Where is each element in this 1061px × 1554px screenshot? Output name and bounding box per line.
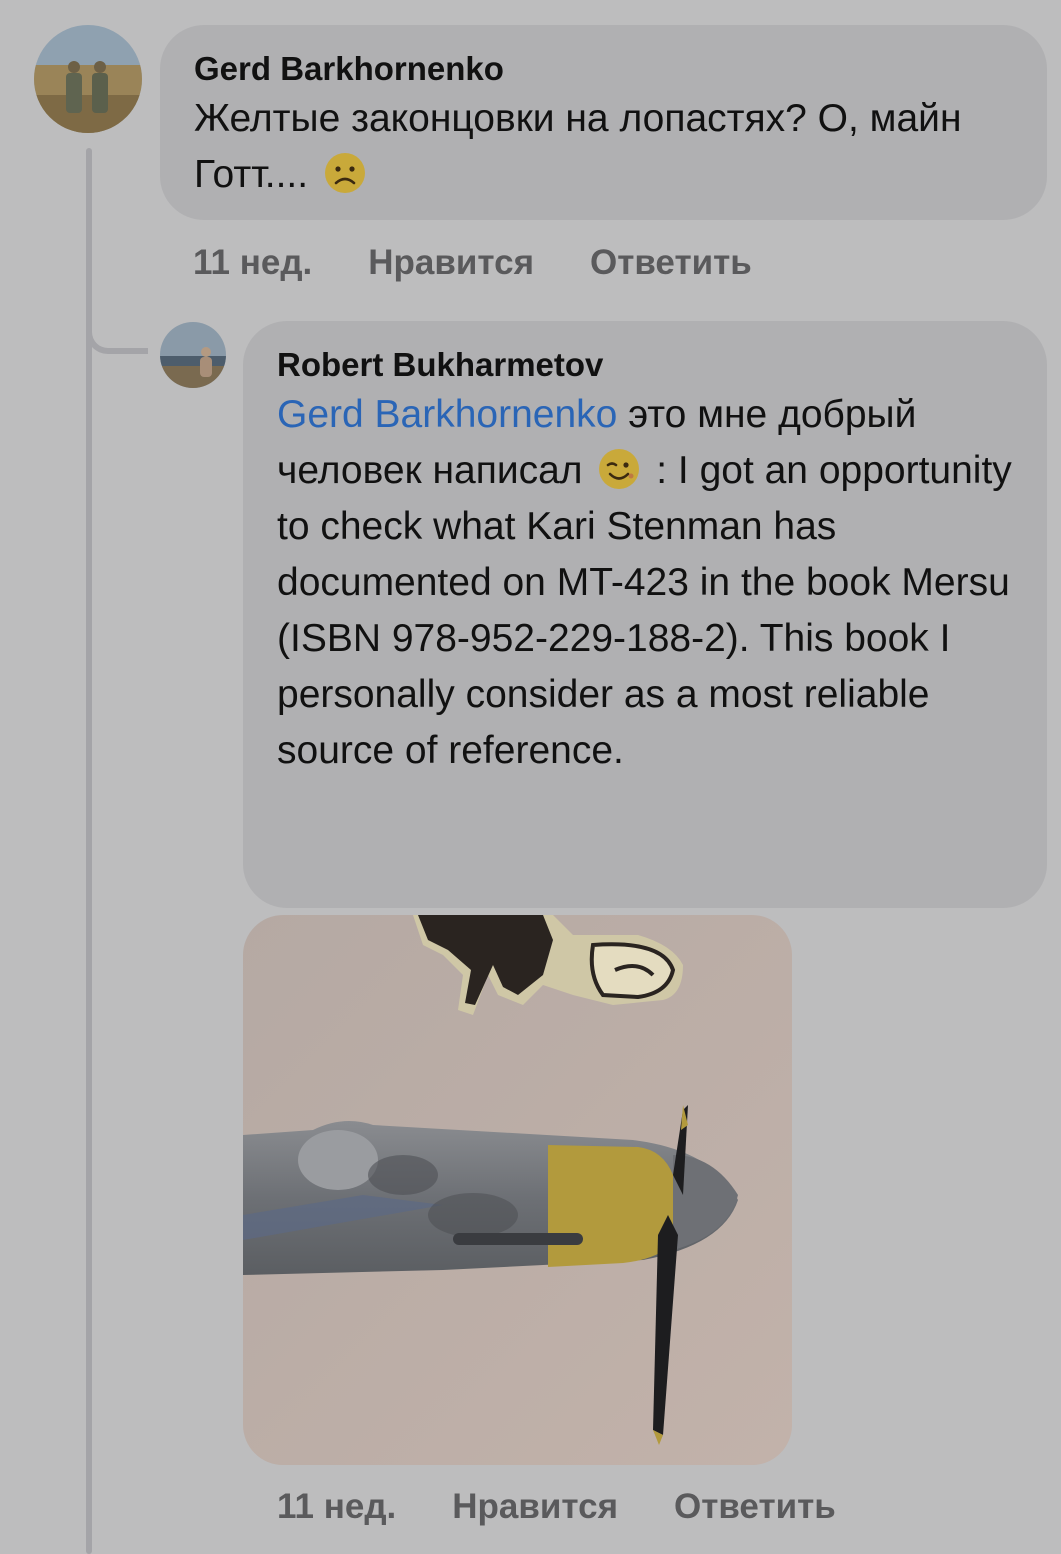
comment-time[interactable]: 11 нед.: [193, 243, 312, 283]
avatar[interactable]: [34, 25, 142, 133]
comment-time[interactable]: 11 нед.: [277, 1487, 396, 1527]
comment-body: Желтые законцовки на лопастях? О, майн Г…: [194, 97, 962, 196]
reply-connector: [86, 300, 148, 354]
mention-link[interactable]: Gerd Barkhornenko: [277, 393, 617, 436]
comment-bubble: Gerd Barkhornenko Желтые законцовки на л…: [160, 25, 1047, 220]
comment-bubble: Robert Bukharmetov Gerd Barkhornenko это…: [243, 321, 1047, 908]
winking-face-icon: [597, 447, 641, 491]
comment-author[interactable]: Robert Bukharmetov: [277, 343, 1015, 387]
comment-body-continued: : I got an opportunity to check what Kar…: [277, 449, 1012, 772]
comment-text: Gerd Barkhornenko это мне добрый человек…: [277, 387, 1015, 779]
comment-actions: 11 нед. Нравится Ответить: [277, 1487, 836, 1527]
slightly-frowning-face-icon: [323, 151, 367, 195]
comment-actions: 11 нед. Нравится Ответить: [193, 243, 752, 283]
comment-text: Желтые законцовки на лопастях? О, майн Г…: [194, 91, 1013, 203]
aircraft-illustration-photo[interactable]: [243, 915, 792, 1465]
reply-button[interactable]: Ответить: [674, 1487, 836, 1527]
reply-button[interactable]: Ответить: [590, 243, 752, 283]
thread-line: [86, 148, 92, 1554]
avatar[interactable]: [160, 322, 226, 388]
like-button[interactable]: Нравится: [452, 1487, 618, 1527]
comment-author[interactable]: Gerd Barkhornenko: [194, 47, 1013, 91]
like-button[interactable]: Нравится: [368, 243, 534, 283]
